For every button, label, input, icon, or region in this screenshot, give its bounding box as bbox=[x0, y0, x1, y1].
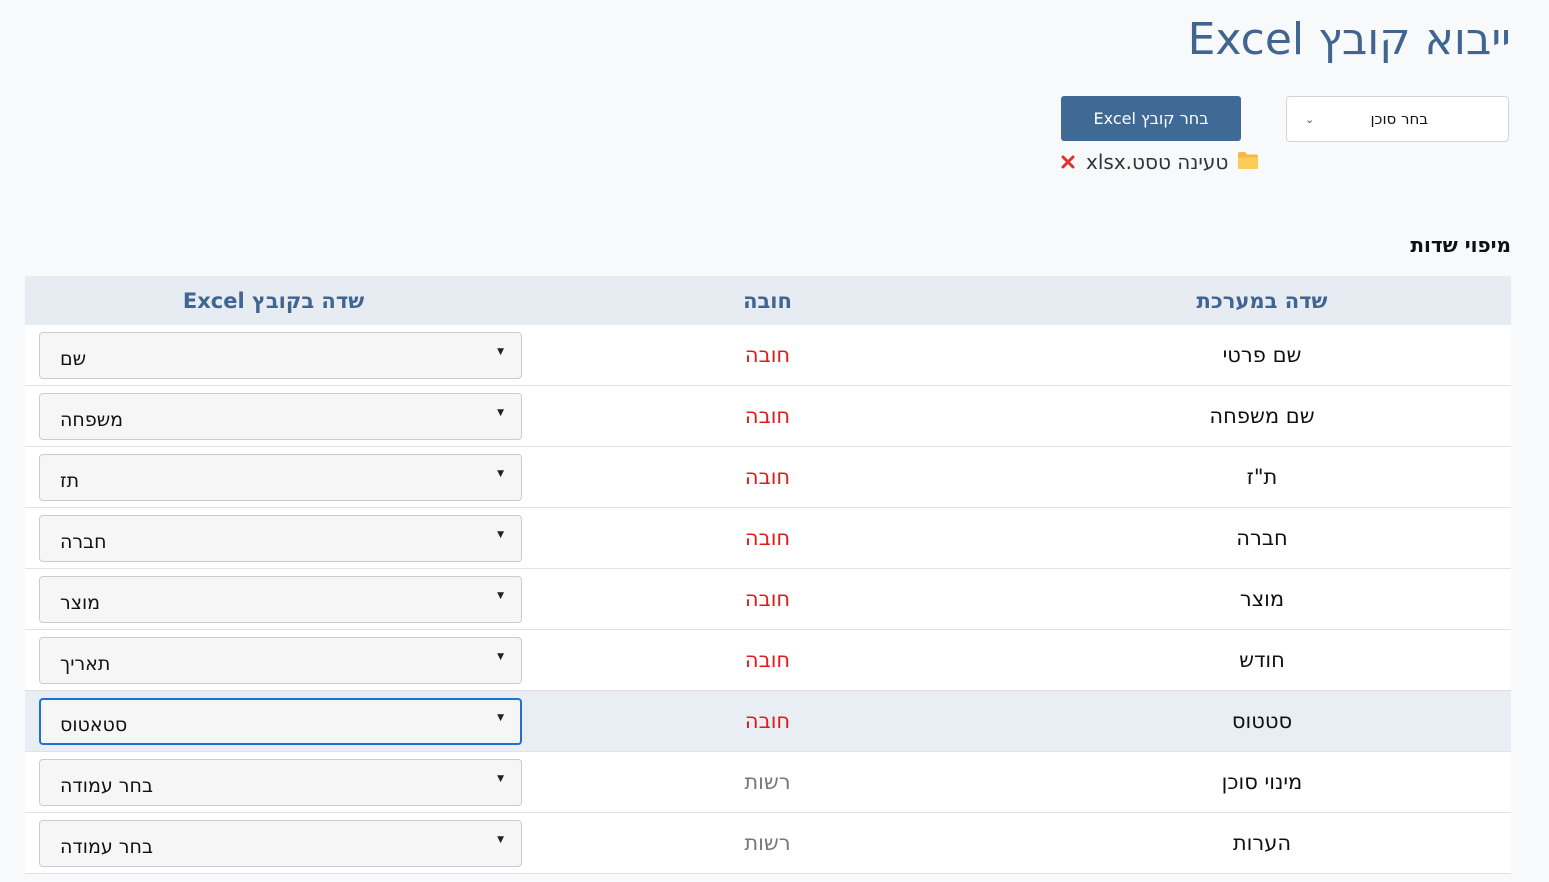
required-status: חובה bbox=[522, 446, 1013, 508]
excel-column-value: משפחה bbox=[60, 409, 124, 431]
excel-column-select[interactable]: ▼ שם bbox=[39, 331, 522, 379]
table-row: ▼ בחר עמודה רשות הערות bbox=[25, 812, 1511, 874]
excel-field-cell: ▼ משפחה bbox=[25, 385, 522, 447]
folder-icon bbox=[1237, 151, 1259, 174]
close-icon[interactable] bbox=[1058, 152, 1078, 172]
excel-column-select[interactable]: ▼ תאריך bbox=[39, 636, 522, 684]
file-name: טעינה טסט.xlsx bbox=[1086, 150, 1229, 174]
system-field-name: סטטוס bbox=[1013, 690, 1511, 752]
excel-column-value: שם bbox=[60, 348, 87, 370]
table-row: ▼ תאריך חובה חודש bbox=[25, 629, 1511, 691]
excel-column-select[interactable]: ▼ סטאטוס bbox=[39, 697, 522, 745]
required-status: רשות bbox=[522, 812, 1013, 874]
excel-column-select[interactable]: ▼ משפחה bbox=[39, 392, 522, 440]
chevron-down-icon: ⌄ bbox=[1305, 112, 1315, 126]
caret-down-icon: ▼ bbox=[497, 469, 504, 479]
excel-field-cell: ▼ מוצר bbox=[25, 568, 522, 630]
system-field-name: שם משפחה bbox=[1013, 385, 1511, 447]
system-field-name: מינוי סוכן bbox=[1013, 751, 1511, 813]
excel-column-value: סטאטוס bbox=[60, 714, 128, 736]
agent-select[interactable]: ⌄ בחר סוכן bbox=[1286, 96, 1509, 142]
system-field-name: הערות bbox=[1013, 812, 1511, 874]
page-title: ייבוא קובץ Excel bbox=[1187, 14, 1511, 65]
caret-down-icon: ▼ bbox=[497, 774, 504, 784]
caret-down-icon: ▼ bbox=[497, 347, 504, 357]
excel-column-value: תאריך bbox=[60, 653, 111, 675]
column-header-required: חובה bbox=[522, 276, 1013, 325]
excel-field-cell: ▼ בחר עמודה bbox=[25, 812, 522, 874]
required-status: חובה bbox=[522, 325, 1013, 386]
excel-field-cell: ▼ תז bbox=[25, 446, 522, 508]
column-header-excel-field: שדה בקובץ Excel bbox=[25, 276, 522, 325]
selected-file: טעינה טסט.xlsx bbox=[1058, 148, 1259, 176]
choose-excel-file-button[interactable]: בחר קובץ Excel bbox=[1061, 96, 1241, 141]
required-status: חובה bbox=[522, 507, 1013, 569]
caret-down-icon: ▼ bbox=[497, 530, 504, 540]
table-row: ▼ בחר עמודה רשות מינוי סוכן bbox=[25, 751, 1511, 813]
table-header-row: שדה בקובץ Excel חובה שדה במערכת bbox=[25, 276, 1511, 325]
excel-column-select[interactable]: ▼ בחר עמודה bbox=[39, 758, 522, 806]
field-mapping-table: שדה בקובץ Excel חובה שדה במערכת ▼ שם חובה ש… bbox=[25, 276, 1511, 874]
table-row: ▼ מוצר חובה מוצר bbox=[25, 568, 1511, 630]
excel-field-cell: ▼ בחר עמודה bbox=[25, 751, 522, 813]
table-row: ▼ משפחה חובה שם משפחה bbox=[25, 385, 1511, 447]
excel-field-cell: ▼ שם bbox=[25, 325, 522, 386]
excel-field-cell: ▼ תאריך bbox=[25, 629, 522, 691]
table-row: ▼ שם חובה שם פרטי bbox=[25, 325, 1511, 386]
system-field-name: חברה bbox=[1013, 507, 1511, 569]
caret-down-icon: ▼ bbox=[497, 835, 504, 845]
table-row: ▼ חברה חובה חברה bbox=[25, 507, 1511, 569]
required-status: חובה bbox=[522, 629, 1013, 691]
excel-column-value: תז bbox=[60, 470, 80, 492]
excel-column-value: בחר עמודה bbox=[60, 775, 153, 797]
excel-column-value: מוצר bbox=[60, 592, 101, 614]
system-field-name: מוצר bbox=[1013, 568, 1511, 630]
caret-down-icon: ▼ bbox=[497, 713, 504, 723]
excel-column-value: בחר עמודה bbox=[60, 836, 153, 858]
caret-down-icon: ▼ bbox=[497, 652, 504, 662]
excel-column-value: חברה bbox=[60, 531, 107, 553]
table-row: ▼ תז חובה ת"ז bbox=[25, 446, 1511, 508]
column-header-system-field: שדה במערכת bbox=[1013, 276, 1511, 325]
excel-field-cell: ▼ חברה bbox=[25, 507, 522, 569]
section-title: מיפוי שדות bbox=[1410, 233, 1511, 257]
caret-down-icon: ▼ bbox=[497, 408, 504, 418]
agent-select-label: בחר סוכן bbox=[1370, 110, 1428, 128]
excel-column-select[interactable]: ▼ בחר עמודה bbox=[39, 819, 522, 867]
caret-down-icon: ▼ bbox=[497, 591, 504, 601]
system-field-name: ת"ז bbox=[1013, 446, 1511, 508]
excel-column-select[interactable]: ▼ חברה bbox=[39, 514, 522, 562]
required-status: חובה bbox=[522, 568, 1013, 630]
table-row: ▼ סטאטוס חובה סטטוס bbox=[25, 690, 1511, 752]
excel-column-select[interactable]: ▼ תז bbox=[39, 453, 522, 501]
required-status: רשות bbox=[522, 751, 1013, 813]
system-field-name: שם פרטי bbox=[1013, 325, 1511, 386]
system-field-name: חודש bbox=[1013, 629, 1511, 691]
required-status: חובה bbox=[522, 690, 1013, 752]
excel-column-select[interactable]: ▼ מוצר bbox=[39, 575, 522, 623]
excel-field-cell: ▼ סטאטוס bbox=[25, 690, 522, 752]
required-status: חובה bbox=[522, 385, 1013, 447]
